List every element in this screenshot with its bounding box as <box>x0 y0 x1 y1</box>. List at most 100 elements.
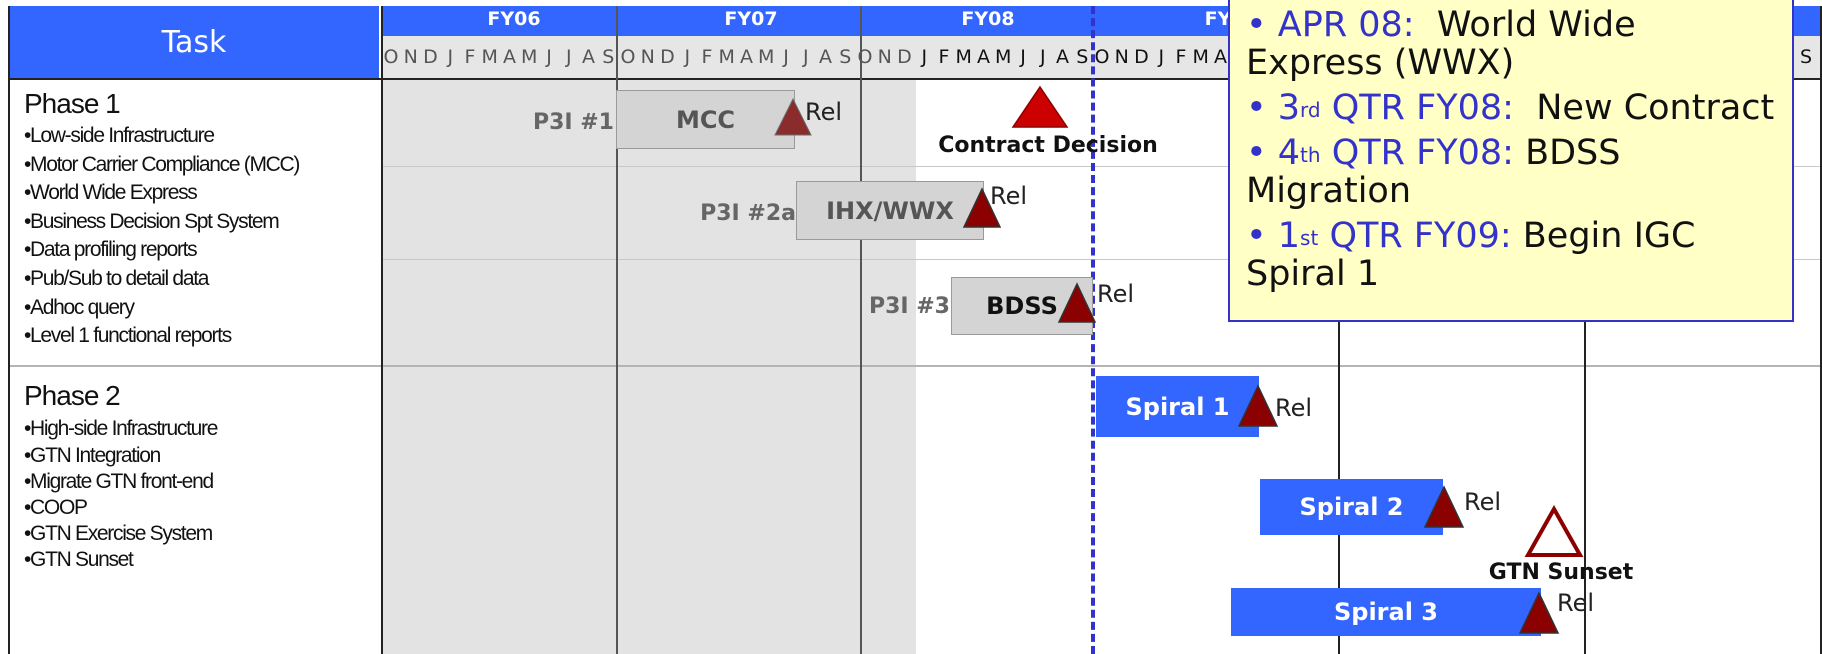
release-label: Rel <box>1557 589 1595 617</box>
task-item: •Pub/Sub to detail data <box>24 267 209 290</box>
gantt-bar-mcc: MCC <box>616 90 795 149</box>
callout-item-ordinal: th <box>1300 143 1321 167</box>
fiscal-year-label: FY06 <box>487 8 541 30</box>
month-label: S <box>1076 46 1089 68</box>
month-label: A <box>503 46 516 68</box>
month-label: A <box>582 46 595 68</box>
callout-item-text: New Contract <box>1536 88 1775 128</box>
task-item: •Motor Carrier Compliance (MCC) <box>24 153 300 176</box>
release-milestone-icon <box>1057 282 1097 323</box>
callout-item-date: • 1 <box>1246 216 1301 256</box>
task-item: •Business Decision Spt System <box>24 210 280 233</box>
release-milestone-icon <box>1237 384 1279 427</box>
month-label: A <box>819 46 832 68</box>
release-milestone-icon <box>1518 591 1560 634</box>
milestone-label: GTN Sunset <box>1488 560 1634 585</box>
callout-item-ordinal: rd <box>1300 98 1321 122</box>
month-label: J <box>921 46 928 68</box>
month-label: M <box>1192 46 1209 68</box>
month-label: S <box>1799 46 1813 68</box>
month-label: J <box>565 46 572 68</box>
milestone-label: Contract Decision <box>938 133 1158 158</box>
month-label: N <box>1114 46 1129 68</box>
month-label: J <box>447 46 454 68</box>
month-label: S <box>839 46 852 68</box>
callout-item: • 3rd QTR FY08: New Contract <box>1246 89 1776 127</box>
month-label: J <box>684 46 691 68</box>
month-label: O <box>620 46 636 68</box>
task-item: •World Wide Express <box>24 181 198 204</box>
month-label: M <box>955 46 972 68</box>
release-label: Rel <box>805 98 843 126</box>
task-item: •GTN Exercise System <box>24 522 213 545</box>
month-label: J <box>546 46 552 68</box>
task-item: •Data profiling reports <box>24 238 198 261</box>
release-label: Rel <box>990 182 1028 210</box>
gantt-bar-spiral-2: Spiral 2 <box>1260 479 1443 535</box>
callout-item-ordinal: st <box>1300 226 1319 250</box>
month-label: D <box>423 46 438 68</box>
fiscal-year-label: FY07 <box>724 8 778 30</box>
phase-title: Phase 1 <box>24 88 121 119</box>
task-item: •GTN Sunset <box>24 548 134 571</box>
callout-item: • 1st QTR FY09: Begin IGC Spiral 1 <box>1246 217 1776 293</box>
month-label: J <box>783 46 789 68</box>
month-label: M <box>995 46 1012 68</box>
month-label: S <box>602 46 615 68</box>
task-item: •Migrate GTN front-end <box>24 470 214 493</box>
bar-prefix-label: P3I #3 <box>868 294 950 319</box>
month-label: J <box>1039 46 1046 68</box>
month-label: M <box>521 46 538 68</box>
task-item: •COOP <box>24 496 88 519</box>
month-label: J <box>1020 46 1026 68</box>
gantt-bar-spiral-3: Spiral 3 <box>1231 588 1541 636</box>
month-label: A <box>1214 46 1227 68</box>
month-label: A <box>740 46 753 68</box>
phase-divider <box>9 365 1822 367</box>
callout-item-date: • 4 <box>1246 133 1301 173</box>
task-item: •High-side Infrastructure <box>24 417 218 440</box>
callout-item-date: QTR FY09: <box>1318 216 1512 256</box>
callout-item: • 4th QTR FY08: BDSS Migration <box>1246 134 1776 210</box>
month-label: N <box>640 46 655 68</box>
callout-item: • APR 08: World Wide Express (WWX) <box>1246 6 1776 82</box>
task-item: •Low-side Infrastructure <box>24 124 215 147</box>
month-label: A <box>1056 46 1069 68</box>
month-label: J <box>802 46 809 68</box>
month-label: N <box>403 46 418 68</box>
gantt-bar-ihx-wwx: IHX/WWX <box>796 181 984 240</box>
callout-item-date: QTR FY08: <box>1320 88 1514 128</box>
month-label: D <box>897 46 912 68</box>
callout-item-date: • 3 <box>1246 88 1301 128</box>
fiscal-year-label: FY08 <box>961 8 1015 30</box>
gantt-bar-spiral-1: Spiral 1 <box>1096 376 1259 437</box>
month-label: F <box>938 46 950 68</box>
release-label: Rel <box>1097 280 1135 308</box>
month-label: O <box>383 46 399 68</box>
bar-prefix-label: P3I #1 <box>532 110 614 135</box>
release-milestone-icon <box>1423 485 1465 528</box>
month-label: F <box>464 46 476 68</box>
callout-item-date: • APR 08: <box>1246 5 1415 45</box>
task-column-border <box>381 6 383 654</box>
release-label: Rel <box>1464 488 1502 516</box>
month-label: F <box>701 46 713 68</box>
left-border <box>8 6 10 654</box>
month-label: D <box>1134 46 1149 68</box>
phase-title: Phase 2 <box>24 380 121 411</box>
task-column-header: Task <box>9 6 379 78</box>
month-label: D <box>660 46 675 68</box>
month-label: J <box>1158 46 1165 68</box>
milestone-callout-box: • APR 08: World Wide Express (WWX) • 3rd… <box>1228 0 1794 322</box>
bar-prefix-label: P3I #2a <box>700 201 796 226</box>
fiscal-year-divider <box>860 6 862 654</box>
task-item: •Level 1 functional reports <box>24 324 232 347</box>
gtn-sunset-milestone-icon <box>1524 505 1584 557</box>
task-item: •GTN Integration <box>24 444 161 467</box>
task-item: •Adhoc query <box>24 296 135 319</box>
month-label: F <box>1175 46 1187 68</box>
month-label: A <box>977 46 990 68</box>
month-label: M <box>718 46 735 68</box>
month-label: O <box>1094 46 1110 68</box>
contract-decision-milestone-icon <box>1011 85 1069 128</box>
